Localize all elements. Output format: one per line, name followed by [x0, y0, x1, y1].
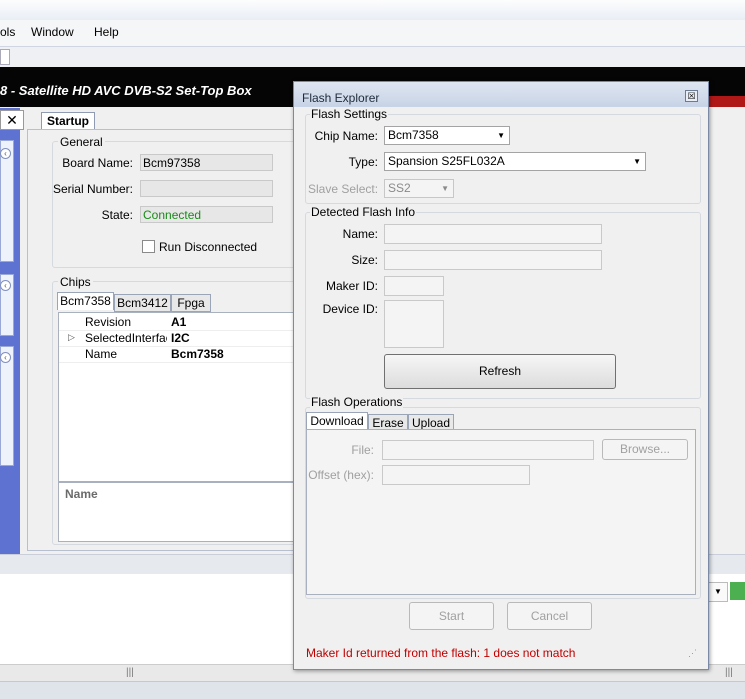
- property-row[interactable]: ▷ SelectedInterface I2C: [59, 330, 293, 347]
- expand-arrow-icon[interactable]: ▷: [68, 332, 75, 343]
- scroll-grip-icon[interactable]: |||: [725, 667, 733, 678]
- property-name: Revision: [85, 315, 132, 329]
- run-disconnected-label: Run Disconnected: [159, 240, 258, 254]
- serial-number-field: [140, 180, 273, 197]
- tab-startup[interactable]: Startup: [41, 112, 95, 130]
- flash-settings-label: Flash Settings: [310, 107, 389, 121]
- type-select[interactable]: Spansion S25FL032A ▼: [384, 152, 646, 171]
- menu-tools[interactable]: ols: [0, 25, 15, 39]
- menu-window[interactable]: Window: [31, 25, 74, 39]
- chip-name-value: Bcm7358: [388, 128, 439, 142]
- general-group-label: General: [58, 135, 105, 149]
- flash-size-field: [384, 250, 602, 270]
- serial-number-label: Serial Number:: [52, 182, 133, 196]
- browse-button[interactable]: Browse...: [602, 439, 688, 460]
- refresh-icon[interactable]: [730, 582, 745, 600]
- chips-group-label: Chips: [58, 275, 93, 289]
- property-row[interactable]: Name Bcm7358: [59, 346, 293, 363]
- property-description: Name: [58, 482, 294, 542]
- file-label: File:: [351, 443, 374, 457]
- dialog-title: Flash Explorer: [302, 91, 380, 105]
- property-value: A1: [171, 315, 187, 329]
- offset-label: Offset (hex):: [308, 468, 374, 482]
- flash-name-label: Name:: [342, 227, 378, 241]
- close-icon[interactable]: ☒: [685, 90, 698, 102]
- flash-name-field: [384, 224, 602, 244]
- menu-help[interactable]: Help: [94, 25, 119, 39]
- property-name: SelectedInterface: [85, 331, 167, 345]
- toolbar: [0, 47, 745, 68]
- property-row[interactable]: Revision A1: [59, 314, 293, 331]
- detected-flash-info-label: Detected Flash Info: [310, 205, 417, 219]
- property-name: Name: [85, 347, 118, 361]
- type-label: Type:: [348, 155, 378, 169]
- left-pane: ‹ ‹ ‹: [0, 108, 20, 554]
- expand-icon[interactable]: ‹: [0, 280, 11, 291]
- board-name-field: Bcm97358: [140, 154, 273, 171]
- property-grid: Revision A1 ▷ SelectedInterface I2C Name…: [58, 312, 294, 482]
- title-accent: [706, 96, 745, 107]
- tab-chip-bcm7358[interactable]: Bcm7358: [57, 292, 114, 310]
- status-message: Maker Id returned from the flash: 1 does…: [306, 646, 576, 660]
- start-button[interactable]: Start: [409, 602, 494, 630]
- state-field: Connected: [140, 206, 273, 223]
- close-icon[interactable]: ✕: [0, 110, 24, 130]
- chevron-down-icon: ▼: [441, 184, 449, 193]
- tab-chip-fpga[interactable]: Fpga: [171, 294, 211, 312]
- dropdown-arrow-icon[interactable]: ▼: [708, 582, 728, 602]
- maker-id-label: Maker ID:: [325, 279, 378, 293]
- app-title: 8 - Satellite HD AVC DVB-S2 Set-Top Box: [0, 83, 252, 98]
- top-chrome: [0, 0, 745, 21]
- tab-chip-bcm3412[interactable]: Bcm3412: [114, 294, 171, 312]
- refresh-button[interactable]: Refresh: [384, 354, 616, 389]
- maker-id-field: [384, 276, 444, 296]
- type-value: Spansion S25FL032A: [388, 154, 505, 168]
- flash-size-label: Size:: [351, 253, 378, 267]
- left-panel-section: [0, 346, 14, 466]
- resize-grip-icon[interactable]: ⋰: [688, 648, 697, 659]
- device-id-field: [384, 300, 444, 348]
- expand-icon[interactable]: ‹: [0, 352, 11, 363]
- chevron-down-icon: ▼: [497, 131, 505, 140]
- scroll-grip-icon[interactable]: |||: [126, 667, 134, 678]
- slave-select-select[interactable]: SS2 ▼: [384, 179, 454, 198]
- toolbar-item[interactable]: [0, 49, 10, 65]
- offset-field[interactable]: [382, 465, 530, 485]
- run-disconnected-checkbox[interactable]: [142, 240, 155, 253]
- status-bar: [0, 681, 745, 699]
- chip-name-select[interactable]: Bcm7358 ▼: [384, 126, 510, 145]
- board-name-label: Board Name:: [62, 156, 133, 170]
- slave-select-label: Slave Select:: [308, 182, 379, 196]
- tab-download[interactable]: Download: [306, 412, 368, 430]
- slave-select-value: SS2: [388, 181, 411, 195]
- property-value: I2C: [171, 331, 190, 345]
- chevron-down-icon: ▼: [633, 157, 641, 166]
- chip-name-label: Chip Name:: [314, 129, 378, 143]
- flash-explorer-dialog: Flash Explorer ☒ Flash Settings Chip Nam…: [293, 81, 709, 670]
- state-label: State:: [101, 208, 133, 222]
- file-field[interactable]: [382, 440, 594, 460]
- cancel-button[interactable]: Cancel: [507, 602, 592, 630]
- flash-operations-label: Flash Operations: [310, 395, 404, 409]
- description-title: Name: [65, 487, 98, 501]
- expand-icon[interactable]: ‹: [0, 148, 11, 159]
- device-id-label: Device ID:: [322, 302, 378, 316]
- property-value: Bcm7358: [171, 347, 224, 361]
